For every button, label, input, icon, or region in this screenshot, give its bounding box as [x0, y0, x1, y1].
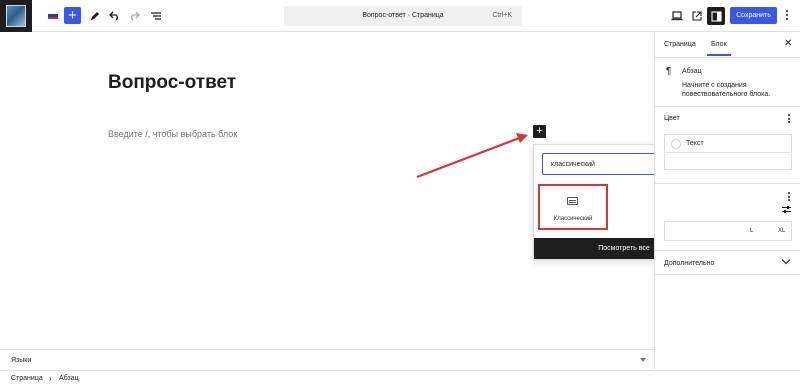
size-option-l[interactable]: L — [750, 228, 753, 234]
paragraph-icon: ¶ — [666, 66, 672, 77]
document-title: Вопрос-ответ · Страница — [362, 12, 444, 19]
sidebar-tabs: Страница Блок ✕ — [655, 33, 800, 58]
color-section-title: Цвет — [664, 115, 680, 122]
text-color-option[interactable]: Текст — [664, 134, 792, 152]
languages-panel[interactable]: Языки — [0, 349, 654, 370]
search-value: классический — [551, 161, 595, 168]
divider — [655, 106, 800, 107]
settings-sidebar-toggle-icon[interactable] — [707, 7, 725, 25]
pen-icon[interactable] — [86, 7, 104, 25]
shortcut-hint: Ctrl+K — [492, 12, 512, 19]
external-link-icon[interactable] — [688, 7, 706, 25]
languages-label: Языки — [11, 357, 32, 364]
breadcrumb-item-page[interactable]: Страница — [11, 375, 43, 382]
close-sidebar-icon[interactable]: ✕ — [784, 38, 792, 49]
color-swatch — [671, 139, 681, 149]
breadcrumb-separator-icon: › — [49, 374, 52, 383]
settings-sidebar: Страница Блок ✕ ¶ Абзац Начните с создан… — [654, 33, 800, 369]
tab-page[interactable]: Страница — [664, 41, 696, 48]
collapse-toggle-icon[interactable] — [640, 358, 646, 362]
color-options-icon[interactable] — [786, 113, 792, 125]
preview-device-icon[interactable] — [668, 7, 686, 25]
typography-options-icon[interactable] — [786, 191, 792, 203]
inline-inserter-button[interactable]: + — [533, 125, 546, 138]
custom-size-sliders-icon[interactable] — [782, 205, 791, 216]
divider — [655, 274, 800, 275]
site-logo[interactable] — [0, 0, 32, 32]
editor-toolbar: + Вопрос-ответ · Страница Ctrl+K Сохрани… — [0, 0, 800, 32]
options-menu-icon[interactable] — [784, 8, 790, 24]
breadcrumb: Страница › Абзац — [0, 370, 800, 385]
block-description: Начните с создания повествовательного бл… — [682, 82, 771, 98]
advanced-section-title[interactable]: Дополнительно — [664, 260, 714, 267]
keyboard-icon — [567, 197, 578, 205]
block-result-label: Классический — [553, 216, 593, 222]
list-view-icon[interactable] — [147, 7, 165, 25]
paragraph-placeholder[interactable]: Введите /, чтобы выбрать блок — [108, 129, 237, 139]
command-palette[interactable]: Вопрос-ответ · Страница Ctrl+K — [284, 6, 522, 26]
block-inserter-toggle[interactable]: + — [64, 7, 81, 24]
block-name: Абзац — [682, 68, 702, 75]
divider — [655, 183, 800, 184]
background-color-option[interactable] — [664, 152, 792, 170]
language-flag-icon[interactable] — [48, 12, 58, 19]
text-color-label: Текст — [686, 140, 704, 147]
classic-block-result[interactable]: Классический — [538, 184, 608, 230]
divider — [655, 250, 800, 251]
size-option-xl[interactable]: XL — [778, 228, 785, 234]
undo-icon[interactable] — [105, 7, 123, 25]
font-size-picker: L XL — [664, 221, 792, 241]
save-button[interactable]: Сохранить — [730, 7, 777, 24]
tab-block[interactable]: Блок — [707, 41, 731, 56]
chevron-down-icon[interactable] — [781, 255, 791, 265]
page-title[interactable]: Вопрос-ответ — [108, 72, 236, 94]
site-icon — [6, 5, 26, 27]
breadcrumb-item-paragraph[interactable]: Абзац — [59, 375, 79, 382]
redo-icon[interactable] — [125, 7, 143, 25]
